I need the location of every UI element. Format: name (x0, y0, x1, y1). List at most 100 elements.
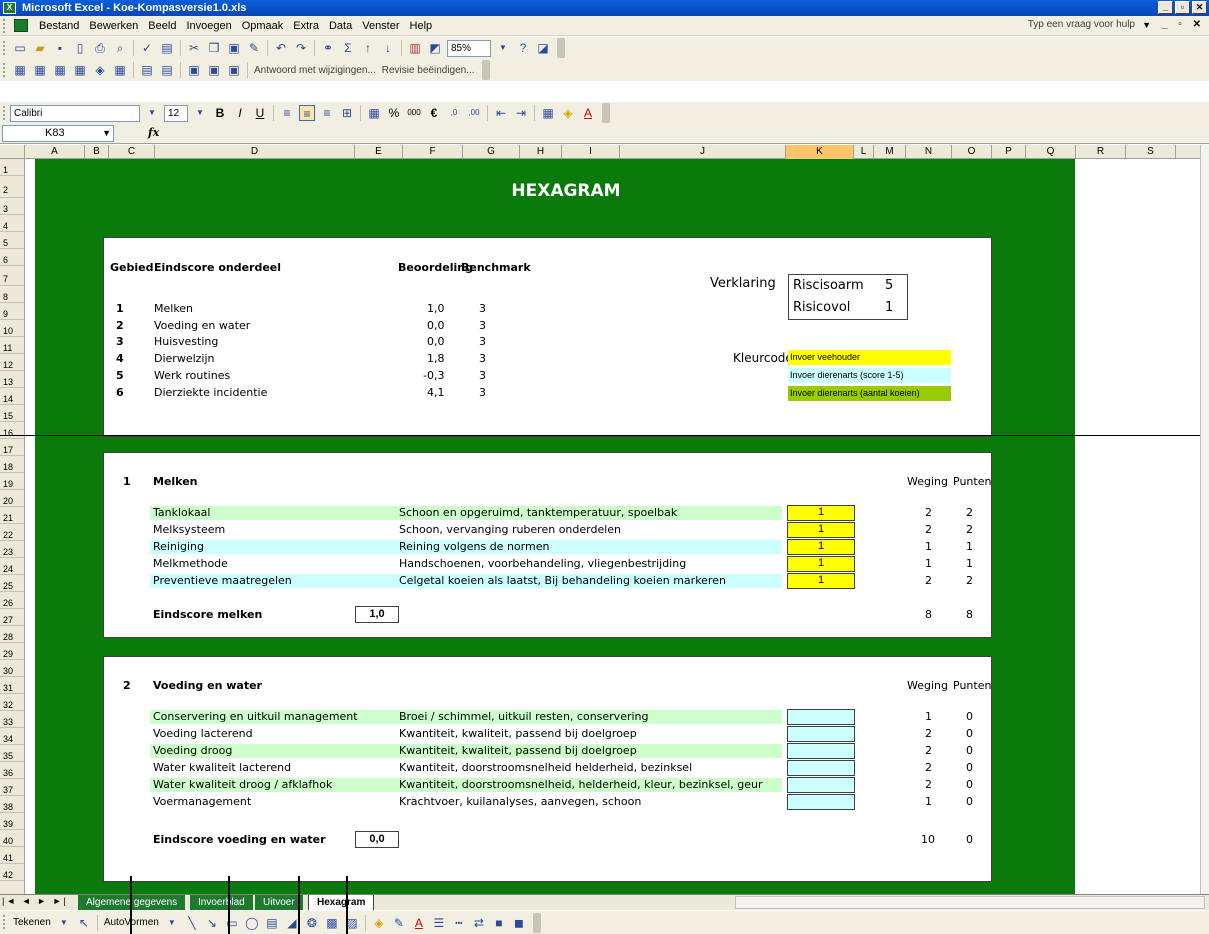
row-header[interactable]: 39 (0, 813, 24, 830)
score-input[interactable] (787, 743, 855, 759)
row-header[interactable]: 3 (0, 198, 24, 215)
row-header[interactable]: 25 (0, 575, 24, 592)
document-icon[interactable] (14, 19, 28, 32)
line-style-icon[interactable]: ☰ (431, 915, 447, 931)
excel-app-icon[interactable]: X (3, 2, 16, 14)
comma-style-icon[interactable]: 000 (406, 105, 422, 121)
undo-icon[interactable]: ↶ (273, 40, 289, 56)
print-preview-icon[interactable]: ⌕ (112, 40, 128, 56)
row-header[interactable]: 1 (0, 159, 24, 176)
sort-ascending-icon[interactable]: ↑ (360, 40, 376, 56)
toolbar-options-icon[interactable]: ◪ (535, 40, 551, 56)
increase-decimal-icon[interactable]: ,0 (446, 105, 462, 121)
autosum-icon[interactable]: Σ (340, 40, 356, 56)
toolbar-grip[interactable] (3, 41, 6, 55)
percent-icon[interactable]: % (386, 105, 402, 121)
decrease-decimal-icon[interactable]: ,00 (466, 105, 482, 121)
tab-uitvoer[interactable]: Uitvoer (255, 895, 303, 910)
row-header[interactable]: 16 (0, 422, 24, 439)
row-header[interactable]: 33 (0, 711, 24, 728)
rectangle-icon[interactable]: ▭ (224, 915, 240, 931)
review-icon-4[interactable]: ▦ (72, 62, 88, 78)
delete-comment-icon[interactable]: ▤ (159, 62, 175, 78)
zoom-select[interactable]: 85% (447, 39, 491, 57)
score-input[interactable]: 1 (787, 556, 855, 572)
row-header[interactable]: 17 (0, 439, 24, 456)
row-header[interactable]: 40 (0, 830, 24, 847)
redo-icon[interactable]: ↷ (293, 40, 309, 56)
insert-function-icon[interactable]: fx (148, 126, 159, 139)
new-icon[interactable]: ▭ (12, 40, 28, 56)
fill-color-icon[interactable]: ◈ (560, 105, 576, 121)
row-header[interactable]: 24 (0, 558, 24, 575)
select-all-corner[interactable] (0, 145, 25, 159)
sort-descending-icon[interactable]: ↓ (380, 40, 396, 56)
chart-wizard-icon[interactable]: ▥ (407, 40, 423, 56)
column-header[interactable]: J (620, 145, 786, 159)
column-header[interactable]: G (463, 145, 520, 159)
toolbar-grip[interactable] (3, 63, 6, 77)
minimize-button[interactable]: _ (1158, 1, 1173, 14)
align-left-icon[interactable]: ≡ (279, 105, 295, 121)
row-header[interactable]: 12 (0, 354, 24, 371)
autoshapes-dropdown-icon[interactable]: ▼ (164, 915, 180, 931)
review-icon-3[interactable]: ▦ (52, 62, 68, 78)
column-header[interactable]: O (952, 145, 992, 159)
row-header[interactable]: 10 (0, 320, 24, 337)
dash-style-icon[interactable]: ┅ (451, 915, 467, 931)
column-header[interactable]: N (906, 145, 952, 159)
row-header[interactable]: 31 (0, 677, 24, 694)
clipart-icon[interactable]: ▩ (324, 915, 340, 931)
draw-menu-button[interactable]: Tekenen (13, 917, 51, 928)
review-icon-2[interactable]: ▦ (32, 62, 48, 78)
row-header[interactable]: 15 (0, 405, 24, 422)
menu-beeld[interactable]: Beeld (143, 20, 181, 32)
reply-with-changes-button[interactable]: Antwoord met wijzigingen... (254, 65, 376, 76)
arrow-icon[interactable]: ↘ (204, 915, 220, 931)
horizontal-scrollbar[interactable] (735, 896, 1205, 909)
end-review-button[interactable]: Revisie beëindigen... (382, 65, 475, 76)
print-icon[interactable]: ⎙ (92, 40, 108, 56)
worksheet[interactable]: HEXAGRAM Gebied Eindscore onderdeel Beoo… (26, 159, 1200, 894)
column-header[interactable]: H (520, 145, 562, 159)
column-header[interactable]: Q (1026, 145, 1076, 159)
font-select[interactable]: Calibri (10, 104, 140, 122)
score-input[interactable] (787, 760, 855, 776)
row-header[interactable]: 21 (0, 507, 24, 524)
zoom-dropdown-icon[interactable]: ▼ (495, 40, 511, 56)
score-input[interactable] (787, 709, 855, 725)
toolbar-overflow[interactable] (602, 103, 610, 123)
document-window-buttons[interactable]: _ ▫ ✕ (1162, 19, 1205, 30)
tab-hexagram[interactable]: Hexagram (308, 895, 375, 910)
vertical-scrollbar[interactable] (1200, 145, 1209, 894)
font-size-dropdown-icon[interactable]: ▼ (192, 105, 208, 121)
underline-icon[interactable]: U (252, 105, 268, 121)
track-icon-2[interactable]: ▣ (206, 62, 222, 78)
column-header[interactable]: F (403, 145, 463, 159)
diagram-icon[interactable]: ❂ (304, 915, 320, 931)
row-header[interactable]: 38 (0, 796, 24, 813)
row-header[interactable]: 18 (0, 456, 24, 473)
name-box-dropdown-icon[interactable]: ▼ (102, 126, 111, 141)
column-header[interactable]: D (155, 145, 355, 159)
track-icon-1[interactable]: ▣ (186, 62, 202, 78)
3d-icon[interactable]: ◼ (511, 915, 527, 931)
column-header[interactable]: B (85, 145, 109, 159)
open-icon[interactable]: ▰ (32, 40, 48, 56)
save-icon[interactable]: ▪ (52, 40, 68, 56)
row-header[interactable]: 20 (0, 490, 24, 507)
row-header[interactable]: 30 (0, 660, 24, 677)
score-input[interactable]: 1 (787, 539, 855, 555)
track-icon-3[interactable]: ▣ (226, 62, 242, 78)
align-center-icon[interactable]: ≡ (299, 105, 315, 121)
menu-extra[interactable]: Extra (288, 20, 324, 32)
italic-icon[interactable]: I (232, 105, 248, 121)
row-header[interactable]: 22 (0, 524, 24, 541)
review-icon-5[interactable]: ◈ (92, 62, 108, 78)
row-header[interactable]: 2 (0, 176, 24, 198)
toolbar-overflow[interactable] (557, 38, 565, 58)
font-dropdown-icon[interactable]: ▼ (144, 105, 160, 121)
column-header[interactable]: E (355, 145, 403, 159)
select-objects-icon[interactable]: ↖ (76, 915, 92, 931)
format-painter-icon[interactable]: ✎ (246, 40, 262, 56)
